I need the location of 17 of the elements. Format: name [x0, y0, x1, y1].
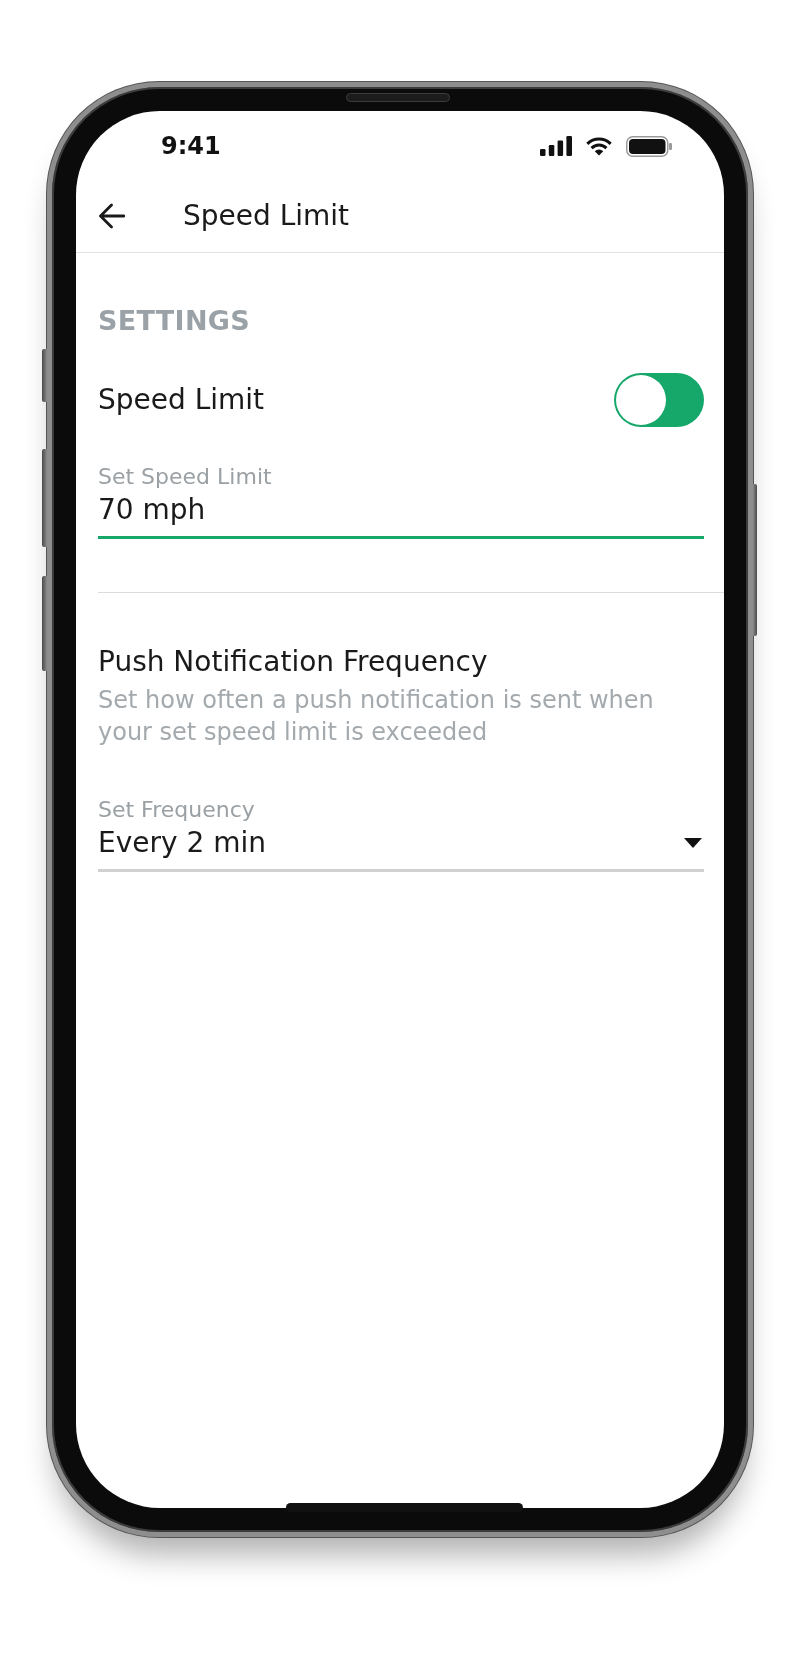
wifi-icon [585, 136, 613, 156]
caret-icon [684, 838, 702, 848]
section-description: Set how often a push notification is sent when your set speed limit is exceeded [98, 685, 655, 748]
status-time: 9:41 [161, 131, 221, 161]
field-label: Set Frequency [98, 796, 255, 824]
screen-title: Speed Limit [183, 198, 350, 234]
section-heading: SETTINGS [98, 304, 250, 338]
side-key [42, 349, 47, 402]
dropdown-field[interactable]: Set Frequency Every 2 min [98, 796, 704, 872]
battery-icon [626, 135, 672, 157]
signal-icon [540, 136, 572, 156]
section-title: Push Notification Frequency [98, 644, 488, 680]
toggle-switch[interactable] [614, 373, 704, 427]
input-field[interactable]: Set Speed Limit 70 mph [98, 463, 704, 539]
field-label: Set Speed Limit [98, 463, 272, 491]
back-arrow-icon[interactable] [98, 203, 125, 229]
setting-label: Speed Limit [98, 382, 265, 418]
